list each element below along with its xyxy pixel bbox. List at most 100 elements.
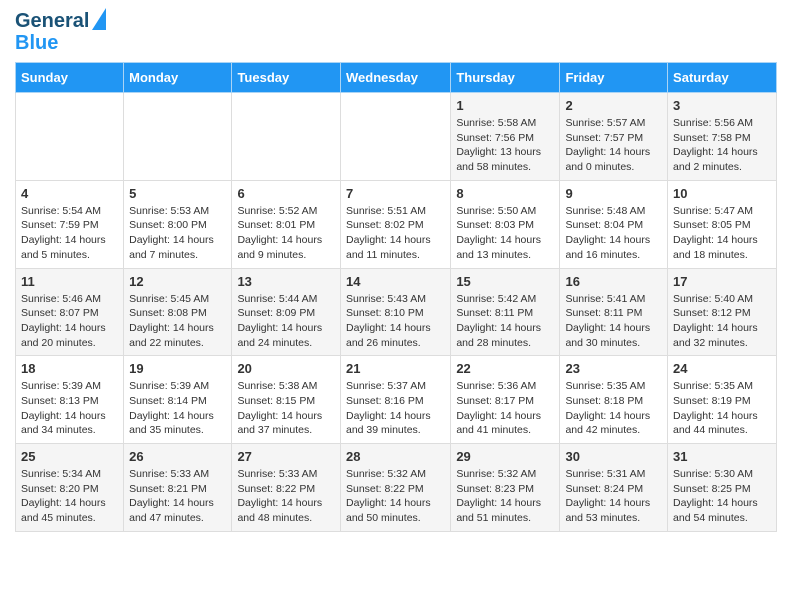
day-number: 9 — [565, 186, 662, 201]
calendar-week-row: 11 Sunrise: 5:46 AM Sunset: 8:07 PM Dayli… — [16, 268, 777, 356]
calendar-cell: 18 Sunrise: 5:39 AM Sunset: 8:13 PM Dayli… — [16, 356, 124, 444]
day-number: 30 — [565, 449, 662, 464]
calendar-cell: 2Sunrise: 5:57 AM Sunset: 7:57 PM Daylig… — [560, 93, 668, 181]
day-info: Sunrise: 5:39 AM Sunset: 8:14 PM Dayligh… — [129, 379, 226, 438]
calendar-table: SundayMondayTuesdayWednesdayThursdayFrid… — [15, 62, 777, 532]
weekday-header-row: SundayMondayTuesdayWednesdayThursdayFrid… — [16, 63, 777, 93]
day-info: Sunrise: 5:38 AM Sunset: 8:15 PM Dayligh… — [237, 379, 335, 438]
day-info: Sunrise: 5:40 AM Sunset: 8:12 PM Dayligh… — [673, 292, 771, 351]
calendar-cell: 1Sunrise: 5:58 AM Sunset: 7:56 PM Daylig… — [451, 93, 560, 181]
calendar-cell: 26 Sunrise: 5:33 AM Sunset: 8:21 PM Dayli… — [124, 444, 232, 532]
calendar-cell: 31 Sunrise: 5:30 AM Sunset: 8:25 PM Dayli… — [668, 444, 777, 532]
calendar-cell: 16 Sunrise: 5:41 AM Sunset: 8:11 PM Dayli… — [560, 268, 668, 356]
logo-blue-text: Blue — [15, 32, 106, 54]
weekday-header: Sunday — [16, 63, 124, 93]
day-info: Sunrise: 5:33 AM Sunset: 8:22 PM Dayligh… — [237, 467, 335, 526]
calendar-cell: 11 Sunrise: 5:46 AM Sunset: 8:07 PM Dayli… — [16, 268, 124, 356]
calendar-cell: 17 Sunrise: 5:40 AM Sunset: 8:12 PM Dayli… — [668, 268, 777, 356]
day-number: 24 — [673, 361, 771, 376]
day-number: 4 — [21, 186, 118, 201]
day-number: 16 — [565, 274, 662, 289]
day-number: 22 — [456, 361, 554, 376]
calendar-cell: 23 Sunrise: 5:35 AM Sunset: 8:18 PM Dayli… — [560, 356, 668, 444]
calendar-cell: 28 Sunrise: 5:32 AM Sunset: 8:22 PM Dayli… — [340, 444, 450, 532]
day-info: Sunrise: 5:46 AM Sunset: 8:07 PM Dayligh… — [21, 292, 118, 351]
day-number: 8 — [456, 186, 554, 201]
calendar-cell — [16, 93, 124, 181]
day-info: Sunrise: 5:45 AM Sunset: 8:08 PM Dayligh… — [129, 292, 226, 351]
page: General Blue SundayMondayTuesdayWednesda… — [0, 0, 792, 548]
calendar-cell: 8 Sunrise: 5:50 AM Sunset: 8:03 PM Daylig… — [451, 180, 560, 268]
day-info: Sunrise: 5:37 AM Sunset: 8:16 PM Dayligh… — [346, 379, 445, 438]
day-info: Sunrise: 5:39 AM Sunset: 8:13 PM Dayligh… — [21, 379, 118, 438]
weekday-header: Friday — [560, 63, 668, 93]
day-info: Sunrise: 5:41 AM Sunset: 8:11 PM Dayligh… — [565, 292, 662, 351]
day-number: 5 — [129, 186, 226, 201]
day-number: 28 — [346, 449, 445, 464]
day-number: 26 — [129, 449, 226, 464]
day-number: 14 — [346, 274, 445, 289]
day-info: Sunrise: 5:36 AM Sunset: 8:17 PM Dayligh… — [456, 379, 554, 438]
calendar-cell: 29Sunrise: 5:32 AM Sunset: 8:23 PM Dayli… — [451, 444, 560, 532]
weekday-header: Saturday — [668, 63, 777, 93]
day-number: 25 — [21, 449, 118, 464]
day-number: 13 — [237, 274, 335, 289]
calendar-cell: 14 Sunrise: 5:43 AM Sunset: 8:10 PM Dayli… — [340, 268, 450, 356]
day-number: 17 — [673, 274, 771, 289]
calendar-cell: 30 Sunrise: 5:31 AM Sunset: 8:24 PM Dayli… — [560, 444, 668, 532]
day-info: Sunrise: 5:50 AM Sunset: 8:03 PM Dayligh… — [456, 204, 554, 263]
weekday-header: Tuesday — [232, 63, 341, 93]
day-number: 10 — [673, 186, 771, 201]
day-number: 15 — [456, 274, 554, 289]
day-number: 11 — [21, 274, 118, 289]
day-info: Sunrise: 5:33 AM Sunset: 8:21 PM Dayligh… — [129, 467, 226, 526]
day-info: Sunrise: 5:57 AM Sunset: 7:57 PM Dayligh… — [565, 116, 662, 175]
calendar-cell: 12 Sunrise: 5:45 AM Sunset: 8:08 PM Dayli… — [124, 268, 232, 356]
weekday-header: Monday — [124, 63, 232, 93]
day-info: Sunrise: 5:43 AM Sunset: 8:10 PM Dayligh… — [346, 292, 445, 351]
calendar-week-row: 25Sunrise: 5:34 AM Sunset: 8:20 PM Dayli… — [16, 444, 777, 532]
day-number: 12 — [129, 274, 226, 289]
day-number: 31 — [673, 449, 771, 464]
weekday-header: Thursday — [451, 63, 560, 93]
logo-text: General — [15, 10, 89, 32]
day-info: Sunrise: 5:56 AM Sunset: 7:58 PM Dayligh… — [673, 116, 771, 175]
day-number: 21 — [346, 361, 445, 376]
day-number: 23 — [565, 361, 662, 376]
calendar-cell: 6Sunrise: 5:52 AM Sunset: 8:01 PM Daylig… — [232, 180, 341, 268]
logo: General Blue — [15, 10, 106, 54]
day-number: 29 — [456, 449, 554, 464]
calendar-cell: 7Sunrise: 5:51 AM Sunset: 8:02 PM Daylig… — [340, 180, 450, 268]
day-number: 18 — [21, 361, 118, 376]
day-number: 27 — [237, 449, 335, 464]
header: General Blue — [15, 10, 777, 54]
calendar-cell: 10Sunrise: 5:47 AM Sunset: 8:05 PM Dayli… — [668, 180, 777, 268]
calendar-cell: 15 Sunrise: 5:42 AM Sunset: 8:11 PM Dayli… — [451, 268, 560, 356]
calendar-cell: 24Sunrise: 5:35 AM Sunset: 8:19 PM Dayli… — [668, 356, 777, 444]
calendar-cell: 5 Sunrise: 5:53 AM Sunset: 8:00 PM Daylig… — [124, 180, 232, 268]
day-info: Sunrise: 5:44 AM Sunset: 8:09 PM Dayligh… — [237, 292, 335, 351]
day-info: Sunrise: 5:30 AM Sunset: 8:25 PM Dayligh… — [673, 467, 771, 526]
day-info: Sunrise: 5:35 AM Sunset: 8:18 PM Dayligh… — [565, 379, 662, 438]
day-number: 3 — [673, 98, 771, 113]
day-info: Sunrise: 5:32 AM Sunset: 8:22 PM Dayligh… — [346, 467, 445, 526]
day-info: Sunrise: 5:58 AM Sunset: 7:56 PM Dayligh… — [456, 116, 554, 175]
calendar-cell: 22 Sunrise: 5:36 AM Sunset: 8:17 PM Dayli… — [451, 356, 560, 444]
calendar-cell: 19Sunrise: 5:39 AM Sunset: 8:14 PM Dayli… — [124, 356, 232, 444]
logo-text-block: General Blue — [15, 10, 106, 54]
calendar-cell: 21 Sunrise: 5:37 AM Sunset: 8:16 PM Dayli… — [340, 356, 450, 444]
logo-triangle-icon — [92, 8, 106, 30]
calendar-cell — [340, 93, 450, 181]
day-number: 7 — [346, 186, 445, 201]
day-info: Sunrise: 5:31 AM Sunset: 8:24 PM Dayligh… — [565, 467, 662, 526]
calendar-cell: 25Sunrise: 5:34 AM Sunset: 8:20 PM Dayli… — [16, 444, 124, 532]
day-number: 20 — [237, 361, 335, 376]
day-info: Sunrise: 5:54 AM Sunset: 7:59 PM Dayligh… — [21, 204, 118, 263]
calendar-cell: 3 Sunrise: 5:56 AM Sunset: 7:58 PM Daylig… — [668, 93, 777, 181]
day-info: Sunrise: 5:42 AM Sunset: 8:11 PM Dayligh… — [456, 292, 554, 351]
calendar-cell: 13 Sunrise: 5:44 AM Sunset: 8:09 PM Dayli… — [232, 268, 341, 356]
calendar-week-row: 1Sunrise: 5:58 AM Sunset: 7:56 PM Daylig… — [16, 93, 777, 181]
day-info: Sunrise: 5:53 AM Sunset: 8:00 PM Dayligh… — [129, 204, 226, 263]
calendar-cell — [232, 93, 341, 181]
calendar-cell: 4 Sunrise: 5:54 AM Sunset: 7:59 PM Daylig… — [16, 180, 124, 268]
